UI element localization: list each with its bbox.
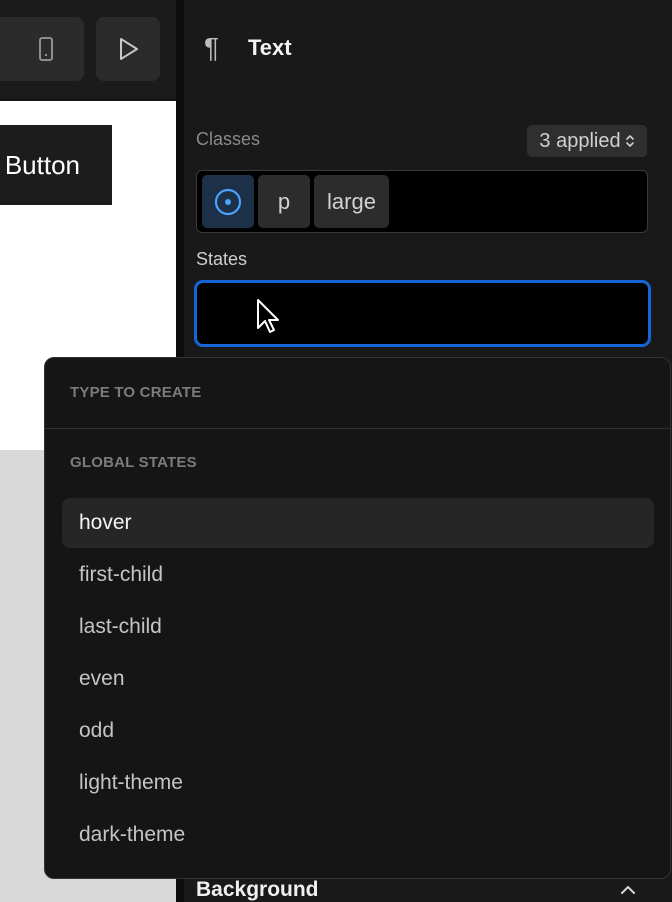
- states-dropdown: TYPE TO CREATE GLOBAL STATES hover first…: [44, 357, 671, 879]
- state-option-light-theme[interactable]: light-theme: [62, 758, 654, 808]
- play-icon: [120, 38, 138, 60]
- background-section-title[interactable]: Background: [196, 878, 319, 902]
- mouse-pointer-icon: [257, 299, 279, 333]
- dropdown-divider: [45, 428, 670, 429]
- state-option-hover[interactable]: hover: [62, 498, 654, 548]
- pilcrow-icon: ¶: [204, 32, 220, 63]
- classes-label: Classes: [196, 129, 261, 149]
- up-down-chevron-icon: [625, 135, 634, 147]
- state-option-last-child[interactable]: last-child: [62, 602, 654, 652]
- chevron-up-icon[interactable]: [618, 882, 638, 898]
- mobile-device-icon: [39, 37, 53, 61]
- type-to-create-heading: TYPE TO CREATE: [70, 384, 202, 401]
- state-circle-icon: [214, 188, 242, 215]
- state-chip[interactable]: [202, 175, 254, 228]
- class-chip-p[interactable]: p: [258, 175, 310, 228]
- element-type-title: Text: [248, 35, 292, 60]
- state-option-dark-theme[interactable]: dark-theme: [62, 810, 654, 860]
- applied-count-label: 3 applied: [539, 129, 621, 152]
- state-option-odd[interactable]: odd: [62, 706, 654, 756]
- applied-classes-dropdown[interactable]: 3 applied: [527, 125, 647, 157]
- state-option-first-child[interactable]: first-child: [62, 550, 654, 600]
- class-chip-large[interactable]: large: [314, 175, 389, 228]
- panel-header: ¶ Text: [204, 30, 292, 66]
- canvas-button-element[interactable]: Button: [0, 125, 112, 205]
- states-label: States: [196, 249, 248, 269]
- state-option-even[interactable]: even: [62, 654, 654, 704]
- class-selector-field[interactable]: p large: [196, 170, 648, 233]
- global-states-heading: GLOBAL STATES: [70, 454, 197, 471]
- device-preview-button[interactable]: [0, 17, 84, 81]
- preview-play-button[interactable]: [96, 17, 160, 81]
- app-window: Button ¶ Text Classes 3 applied p large …: [0, 0, 672, 902]
- canvas-toolbar: [0, 0, 176, 98]
